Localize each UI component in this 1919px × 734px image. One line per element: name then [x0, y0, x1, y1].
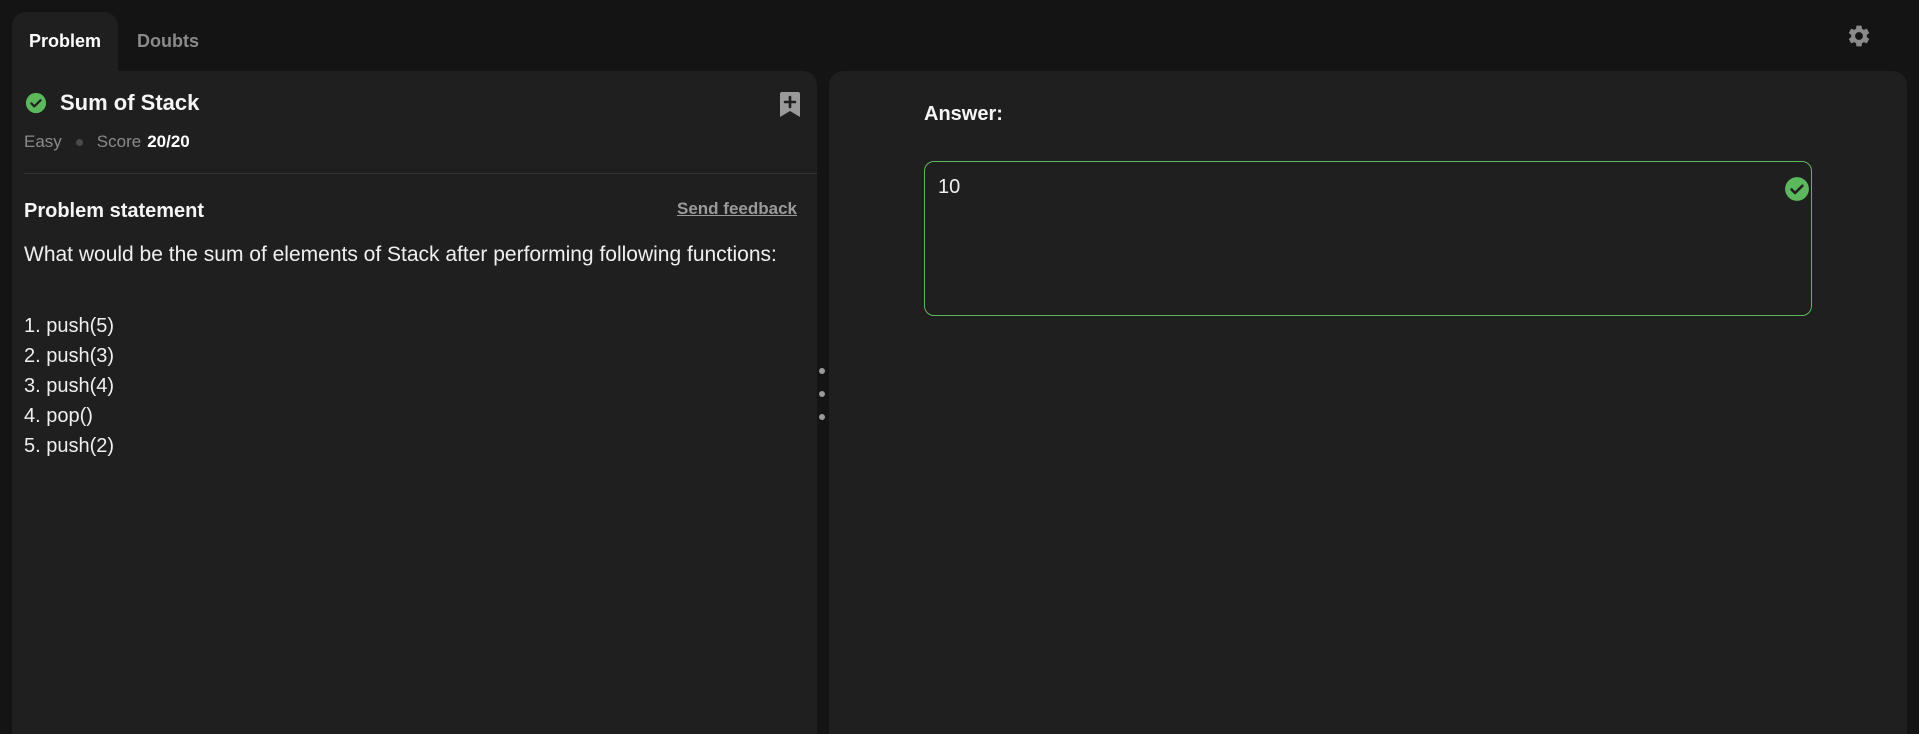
bookmark-add-icon[interactable]	[778, 91, 802, 119]
tab-problem[interactable]: Problem	[12, 12, 118, 71]
separator-dot	[75, 138, 83, 146]
score-label: Score	[96, 132, 142, 151]
problem-statement: What would be the sum of elements of Sta…	[24, 243, 777, 266]
answer-panel: Answer: 10	[829, 71, 1907, 734]
section-title: Problem statement	[24, 200, 205, 222]
list-item: 2. push(3)	[24, 345, 115, 367]
gear-icon[interactable]	[1846, 23, 1872, 49]
answer-input[interactable]: 10	[924, 161, 1812, 316]
panel-resize-handle[interactable]	[816, 368, 828, 420]
problem-meta: Easy Score 20/20	[24, 132, 190, 152]
difficulty-label: Easy	[24, 132, 62, 151]
handle-dot	[819, 368, 825, 374]
list-item: 4. pop()	[24, 405, 93, 427]
top-bar: Problem Doubts	[0, 0, 1919, 71]
list-item: 3. push(4)	[24, 375, 115, 397]
check-circle-icon	[25, 92, 47, 114]
divider	[24, 173, 817, 174]
handle-dot	[819, 391, 825, 397]
problem-title: Sum of Stack	[60, 90, 200, 115]
answer-label: Answer:	[924, 103, 1003, 125]
send-feedback-link[interactable]: Send feedback	[677, 199, 797, 219]
tab-doubts[interactable]: Doubts	[126, 12, 210, 71]
score-value: 20/20	[147, 132, 190, 151]
problem-panel: Sum of Stack Easy Score 20/20 Problem st…	[12, 71, 817, 734]
check-circle-icon	[1785, 177, 1809, 201]
handle-dot	[819, 414, 825, 420]
list-item: 5. push(2)	[24, 435, 115, 457]
list-item: 1. push(5)	[24, 315, 115, 337]
steps-list: 1. push(5) 2. push(3) 3. push(4) 4. pop(…	[24, 311, 114, 461]
answer-value: 10	[938, 176, 961, 198]
